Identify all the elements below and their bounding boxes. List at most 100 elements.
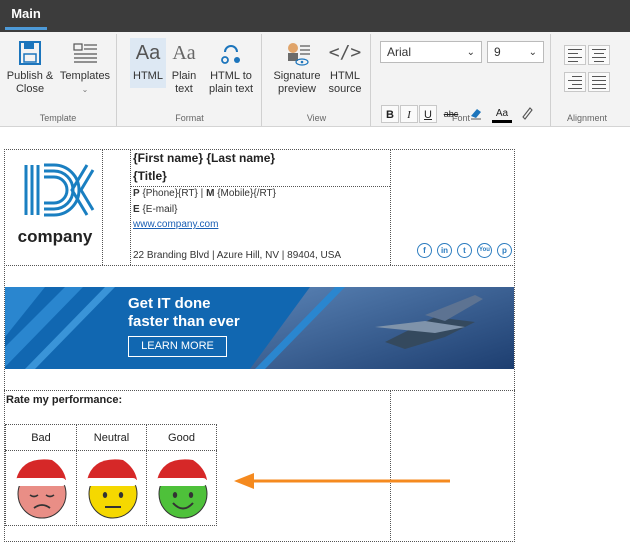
signature-name[interactable]: {First name} {Last name} (133, 151, 275, 165)
font-color-label: Aa (495, 108, 509, 119)
table-divider (4, 390, 515, 391)
bad-face-icon[interactable] (12, 454, 72, 520)
table-divider (130, 186, 390, 187)
contact-email-line[interactable]: E {E-mail} (133, 204, 177, 215)
table-divider (390, 390, 391, 542)
align-center-button[interactable] (588, 45, 610, 65)
learn-more-button[interactable]: LEARN MORE (128, 336, 227, 357)
facebook-icon[interactable]: f (417, 243, 432, 258)
clear-format-button[interactable] (467, 105, 485, 123)
group-label-view: View (306, 113, 327, 123)
pinterest-icon[interactable]: p (497, 243, 512, 258)
group-label-template: Template (39, 113, 77, 123)
publish-label-2: Close (15, 83, 45, 95)
plain-text-label-2: text (175, 83, 193, 95)
highlight-button[interactable] (518, 105, 536, 123)
html-source-label-1: HTML (330, 70, 360, 82)
twitter-icon[interactable]: t (457, 243, 472, 258)
table-divider (390, 149, 391, 265)
ribbon-group-format: Aa HTML Aa Plain text HTML to plain text… (118, 34, 262, 126)
font-color-swatch (492, 120, 512, 123)
linkedin-icon[interactable]: in (437, 243, 452, 258)
font-family-select[interactable]: Arial ⌄ (380, 41, 482, 63)
good-face-icon[interactable] (153, 454, 213, 520)
rating-prompt[interactable]: Rate my performance: (6, 394, 122, 406)
address-line[interactable]: 22 Branding Blvd | Azure Hill, NV | 8940… (133, 250, 341, 261)
pen-icon (522, 107, 533, 120)
plain-text-label-1: Plain (171, 70, 197, 82)
convert-icon (221, 45, 240, 64)
group-label-alignment: Alignment (566, 113, 608, 123)
chevron-down-icon: ⌄ (528, 47, 537, 58)
font-size-value: 9 (494, 45, 501, 59)
company-logo-text: company (17, 227, 93, 246)
templates-button[interactable]: Templates ⌄ (58, 38, 112, 96)
table-divider (102, 149, 103, 265)
ribbon: Publish & Close Templates ⌄ Template Aa … (0, 32, 630, 127)
strikethrough-button[interactable]: abc (440, 105, 462, 123)
signature-preview-label-2: preview (278, 83, 316, 95)
mobile-label: M (206, 188, 215, 199)
align-left-button[interactable] (564, 45, 586, 65)
plain-text-icon: Aa (172, 42, 196, 64)
underline-button[interactable]: U (419, 105, 437, 123)
templates-icon (73, 43, 97, 63)
rating-label-neutral: Neutral (93, 432, 130, 444)
neutral-face-icon[interactable] (83, 454, 143, 520)
banner-headline-1: Get IT done (128, 295, 211, 312)
youtube-icon[interactable]: You (477, 243, 492, 258)
signature-preview-button[interactable]: Signature preview (273, 38, 321, 96)
phone-value: {Phone}{RT} (142, 188, 198, 199)
plain-text-button[interactable]: Aa Plain text (168, 38, 200, 96)
html-source-label-2: source (328, 83, 362, 95)
ribbon-group-template: Publish & Close Templates ⌄ Template (0, 34, 117, 126)
rating-label-good: Good (168, 432, 195, 444)
code-icon: </> (328, 42, 362, 63)
font-color-button[interactable]: Aa (492, 104, 512, 123)
html-to-plain-label-1: HTML to (210, 70, 252, 82)
email-value: {E-mail} (142, 204, 178, 215)
chevron-down-icon: ⌄ (466, 47, 475, 58)
html-to-plain-label-2: plain text (208, 83, 254, 95)
table-divider (5, 450, 217, 451)
templates-label: Templates (59, 70, 111, 82)
italic-button[interactable]: I (400, 105, 418, 123)
html-format-button[interactable]: Aa HTML (130, 38, 166, 88)
group-label-format: Format (175, 113, 204, 123)
html-source-button[interactable]: </> HTML source (325, 38, 365, 96)
phone-separator: | (200, 188, 204, 199)
bold-button[interactable]: B (381, 105, 399, 123)
html-to-plain-button[interactable]: HTML to plain text (204, 38, 258, 96)
company-logo-mark-icon (24, 163, 95, 217)
signature-title[interactable]: {Title} (133, 169, 167, 183)
signature-preview-icon (288, 43, 310, 66)
company-logo: company (12, 160, 98, 250)
align-right-button[interactable] (564, 72, 586, 92)
save-icon (19, 41, 41, 65)
html-format-icon: Aa (135, 42, 161, 64)
promo-banner[interactable]: Get IT done faster than ever LEARN MORE (5, 287, 514, 369)
font-family-value: Arial (387, 45, 412, 59)
table-divider (4, 265, 515, 266)
mobile-value: {Mobile}{/RT} (217, 188, 276, 199)
font-size-select[interactable]: 9 ⌄ (487, 41, 544, 63)
publish-close-button[interactable]: Publish & Close (5, 38, 55, 96)
title-bar: Main (0, 0, 630, 32)
publish-label-1: Publish & (6, 70, 54, 82)
table-divider (130, 149, 131, 265)
banner-headline-2: faster than ever (128, 313, 240, 330)
banner-graphic (5, 287, 514, 369)
eraser-icon (471, 109, 481, 120)
contact-phone-line[interactable]: P {Phone}{RT} | M {Mobile}{/RT} (133, 188, 276, 199)
templates-chevron-icon: ⌄ (81, 85, 89, 94)
ribbon-group-view: Signature preview </> HTML source View (263, 34, 371, 126)
signature-preview-label-1: Signature (273, 70, 321, 82)
phone-label: P (133, 188, 140, 199)
align-justify-button[interactable] (588, 72, 610, 92)
tab-main[interactable]: Main (5, 2, 47, 30)
rating-label-bad: Bad (31, 432, 51, 444)
website-link[interactable]: www.company.com (133, 219, 218, 230)
html-format-label: HTML (133, 70, 163, 82)
annotation-arrow-icon (234, 473, 450, 489)
email-label: E (133, 204, 140, 215)
